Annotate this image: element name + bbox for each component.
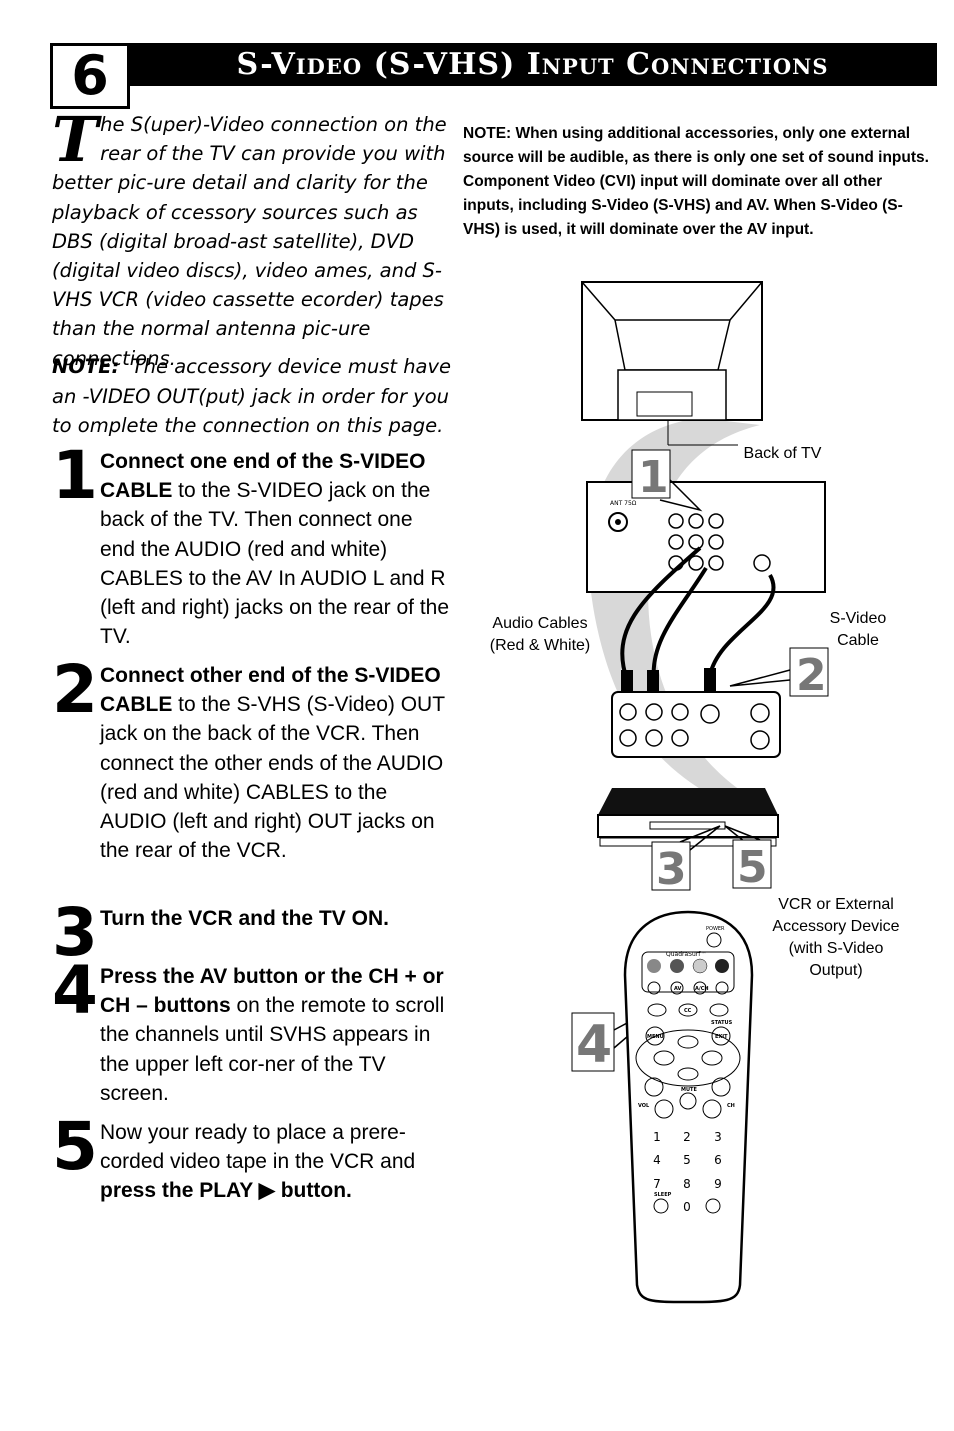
callout-3: 3 <box>656 844 687 895</box>
connection-diagram: ANT 75Ω 1 2 3 5 4 POWER QuadraSurf™ AV A… <box>571 281 829 1304</box>
digit-button: 6 <box>714 1153 722 1167</box>
sleep-label: SLEEP <box>654 1192 672 1198</box>
digit-button: 3 <box>714 1130 722 1144</box>
manual-page: 6 S-Video (S-VHS) Input Connections The … <box>0 0 954 1431</box>
status-label: STATUS <box>711 1020 733 1026</box>
tv-jack-panel: ANT 75Ω <box>586 481 826 593</box>
tv-back-illustration <box>581 281 763 446</box>
remote-control: POWER QuadraSurf™ AV A/CH CC MENU EXIT S… <box>623 910 754 1304</box>
callout-1: 1 <box>638 452 669 503</box>
svideo-cable-label: S-Video Cable <box>829 610 887 649</box>
callout-5: 5 <box>737 842 768 893</box>
vcr-jack-panel <box>611 691 781 758</box>
menu-button: MENU <box>647 1034 664 1040</box>
digit-button: 8 <box>683 1177 691 1191</box>
power-label: POWER <box>706 926 725 932</box>
ach-button: A/CH <box>695 986 709 992</box>
vcr-illustration <box>597 788 779 847</box>
cc-button: CC <box>684 1008 692 1014</box>
digit-button: 0 <box>683 1200 691 1214</box>
digit-button: 1 <box>653 1130 661 1144</box>
digit-button: 4 <box>653 1153 661 1167</box>
ch-label: CH <box>727 1103 735 1109</box>
callout-2: 2 <box>796 650 827 701</box>
digit-button: 5 <box>683 1153 691 1167</box>
vcr-device-label: VCR or External Accessory Device (with S… <box>772 896 900 979</box>
callout-4: 4 <box>576 1015 612 1075</box>
digit-button: 9 <box>714 1177 722 1191</box>
exit-button: EXIT <box>715 1034 728 1040</box>
digit-button: 2 <box>683 1130 691 1144</box>
av-button: AV <box>674 986 682 992</box>
mute-label: MUTE <box>681 1087 697 1093</box>
back-of-tv-label: Back of TV <box>743 445 822 462</box>
vol-label: VOL <box>638 1103 650 1109</box>
quadrasurf-label: QuadraSurf™ <box>666 951 706 958</box>
ant-label: ANT 75Ω <box>610 500 637 507</box>
audio-cables-label: Audio Cables (Red & White) <box>489 615 591 654</box>
digit-button: 7 <box>653 1177 661 1191</box>
